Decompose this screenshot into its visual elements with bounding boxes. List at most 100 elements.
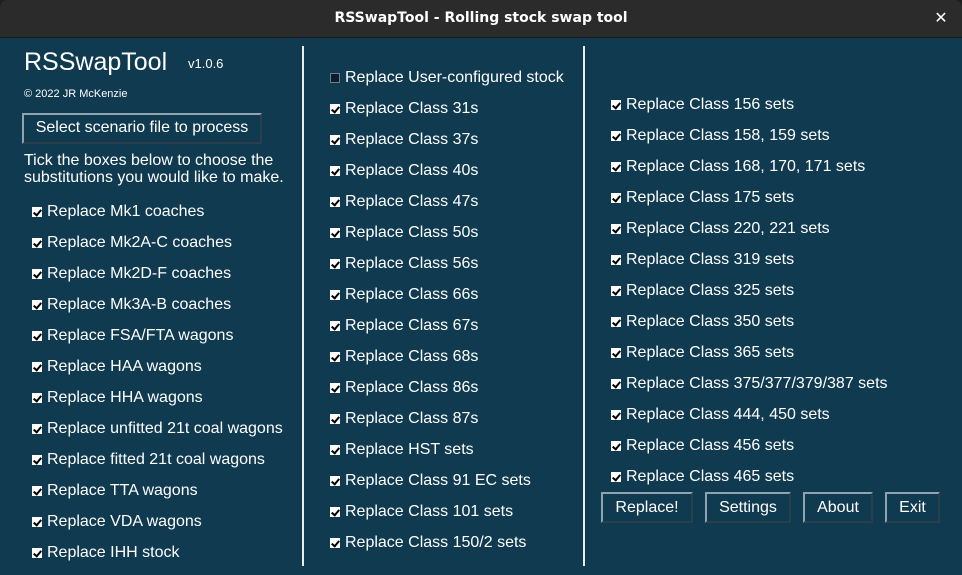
- checkbox-checked-icon[interactable]: [330, 382, 340, 393]
- option-checkbox-row[interactable]: Replace Class 175 sets: [611, 182, 888, 213]
- checkbox-checked-icon[interactable]: [330, 320, 340, 331]
- checkbox-checked-icon[interactable]: [330, 196, 340, 207]
- checkbox-checked-icon[interactable]: [32, 485, 42, 496]
- checkbox-checked-icon[interactable]: [611, 130, 621, 141]
- checkbox-checked-icon[interactable]: [611, 316, 621, 327]
- option-checkbox-row[interactable]: Replace Class 91 EC sets: [330, 465, 564, 496]
- checkbox-unchecked-icon[interactable]: [330, 72, 340, 83]
- close-icon[interactable]: ✕: [932, 8, 950, 28]
- checkbox-checked-icon[interactable]: [32, 454, 42, 465]
- middle-options-list: Replace User-configured stock Replace Cla…: [330, 62, 564, 558]
- checkbox-checked-icon[interactable]: [32, 299, 42, 310]
- checkbox-checked-icon[interactable]: [330, 134, 340, 145]
- checkbox-checked-icon[interactable]: [330, 351, 340, 362]
- option-checkbox-row[interactable]: Replace Class 67s: [330, 310, 564, 341]
- option-checkbox-row[interactable]: Replace User-configured stock: [330, 62, 564, 93]
- settings-button[interactable]: Settings: [705, 492, 791, 523]
- option-checkbox-row[interactable]: Replace Class 325 sets: [611, 275, 888, 306]
- option-checkbox-row[interactable]: Replace Class 47s: [330, 186, 564, 217]
- checkbox-checked-icon[interactable]: [330, 289, 340, 300]
- option-checkbox-row[interactable]: Replace Class 68s: [330, 341, 564, 372]
- option-checkbox-row[interactable]: Replace HST sets: [330, 434, 564, 465]
- checkbox-checked-icon[interactable]: [611, 161, 621, 172]
- checkbox-checked-icon[interactable]: [611, 471, 621, 482]
- checkbox-checked-icon[interactable]: [330, 506, 340, 517]
- option-checkbox-row[interactable]: Replace FSA/FTA wagons: [32, 320, 283, 351]
- option-checkbox-row[interactable]: Replace Class 220, 221 sets: [611, 213, 888, 244]
- checkbox-checked-icon[interactable]: [330, 165, 340, 176]
- checkbox-checked-icon[interactable]: [32, 237, 42, 248]
- option-checkbox-row[interactable]: Replace Class 350 sets: [611, 306, 888, 337]
- option-checkbox-row[interactable]: Replace Class 375/377/379/387 sets: [611, 368, 888, 399]
- option-checkbox-row[interactable]: Replace Mk1 coaches: [32, 196, 283, 227]
- option-checkbox-row[interactable]: Replace Class 365 sets: [611, 337, 888, 368]
- option-checkbox-row[interactable]: Replace Class 465 sets: [611, 461, 888, 492]
- checkbox-checked-icon[interactable]: [32, 361, 42, 372]
- select-scenario-button[interactable]: Select scenario file to process: [22, 113, 262, 144]
- checkbox-checked-icon[interactable]: [32, 392, 42, 403]
- checkbox-checked-icon[interactable]: [330, 103, 340, 114]
- option-checkbox-row[interactable]: Replace HHA wagons: [32, 382, 283, 413]
- checkbox-checked-icon[interactable]: [611, 285, 621, 296]
- option-checkbox-row[interactable]: Replace HAA wagons: [32, 351, 283, 382]
- checkbox-checked-icon[interactable]: [330, 444, 340, 455]
- option-checkbox-row[interactable]: Replace Class 168, 170, 171 sets: [611, 151, 888, 182]
- option-checkbox-row[interactable]: Replace Class 444, 450 sets: [611, 399, 888, 430]
- checkbox-checked-icon[interactable]: [611, 254, 621, 265]
- option-checkbox-row[interactable]: Replace Mk2D-F coaches: [32, 258, 283, 289]
- option-checkbox-row[interactable]: Replace Class 40s: [330, 155, 564, 186]
- option-checkbox-row[interactable]: Replace Class 456 sets: [611, 430, 888, 461]
- option-label: Replace Class 67s: [345, 316, 479, 334]
- checkbox-checked-icon[interactable]: [330, 413, 340, 424]
- option-label: Replace User-configured stock: [345, 68, 564, 86]
- checkbox-checked-icon[interactable]: [330, 537, 340, 548]
- checkbox-checked-icon[interactable]: [611, 378, 621, 389]
- option-checkbox-row[interactable]: Replace Mk3A-B coaches: [32, 289, 283, 320]
- option-checkbox-row[interactable]: Replace Class 86s: [330, 372, 564, 403]
- option-checkbox-row[interactable]: Replace Class 50s: [330, 217, 564, 248]
- option-label: Replace Class 375/377/379/387 sets: [626, 374, 888, 392]
- app-name: RSSwapTool: [24, 48, 168, 76]
- option-checkbox-row[interactable]: Replace Class 37s: [330, 124, 564, 155]
- checkbox-checked-icon[interactable]: [611, 440, 621, 451]
- checkbox-checked-icon[interactable]: [330, 227, 340, 238]
- exit-button[interactable]: Exit: [885, 492, 940, 523]
- option-checkbox-row[interactable]: Replace Class 56s: [330, 248, 564, 279]
- checkbox-checked-icon[interactable]: [330, 258, 340, 269]
- option-checkbox-row[interactable]: Replace VDA wagons: [32, 506, 283, 537]
- checkbox-checked-icon[interactable]: [32, 423, 42, 434]
- checkbox-checked-icon[interactable]: [32, 516, 42, 527]
- checkbox-checked-icon[interactable]: [32, 547, 42, 558]
- option-checkbox-row[interactable]: Replace Mk2A-C coaches: [32, 227, 283, 258]
- option-label: Replace Mk1 coaches: [47, 202, 205, 220]
- option-checkbox-row[interactable]: Replace Class 87s: [330, 403, 564, 434]
- title-bar[interactable]: RSSwapTool - Rolling stock swap tool ✕: [0, 0, 962, 38]
- option-checkbox-row[interactable]: Replace Class 31s: [330, 93, 564, 124]
- option-checkbox-row[interactable]: Replace Class 66s: [330, 279, 564, 310]
- checkbox-checked-icon[interactable]: [32, 330, 42, 341]
- window-title: RSSwapTool - Rolling stock swap tool: [334, 10, 628, 26]
- checkbox-checked-icon[interactable]: [330, 475, 340, 486]
- checkbox-checked-icon[interactable]: [32, 206, 42, 217]
- option-checkbox-row[interactable]: Replace Class 156 sets: [611, 89, 888, 120]
- option-checkbox-row[interactable]: Replace Class 101 sets: [330, 496, 564, 527]
- replace-button[interactable]: Replace!: [601, 492, 693, 523]
- option-label: Replace Class 86s: [345, 378, 479, 396]
- checkbox-checked-icon[interactable]: [611, 347, 621, 358]
- option-label: Replace Mk3A-B coaches: [47, 295, 232, 313]
- checkbox-checked-icon[interactable]: [611, 223, 621, 234]
- option-checkbox-row[interactable]: Replace unfitted 21t coal wagons: [32, 413, 283, 444]
- checkbox-checked-icon[interactable]: [32, 268, 42, 279]
- option-checkbox-row[interactable]: Replace Class 319 sets: [611, 244, 888, 275]
- option-label: Replace Mk2D-F coaches: [47, 264, 232, 282]
- option-checkbox-row[interactable]: Replace IHH stock: [32, 537, 283, 568]
- option-checkbox-row[interactable]: Replace Class 150/2 sets: [330, 527, 564, 558]
- column-divider: [583, 46, 585, 566]
- option-checkbox-row[interactable]: Replace fitted 21t coal wagons: [32, 444, 283, 475]
- about-button[interactable]: About: [803, 492, 873, 523]
- option-checkbox-row[interactable]: Replace TTA wagons: [32, 475, 283, 506]
- checkbox-checked-icon[interactable]: [611, 409, 621, 420]
- option-checkbox-row[interactable]: Replace Class 158, 159 sets: [611, 120, 888, 151]
- checkbox-checked-icon[interactable]: [611, 99, 621, 110]
- checkbox-checked-icon[interactable]: [611, 192, 621, 203]
